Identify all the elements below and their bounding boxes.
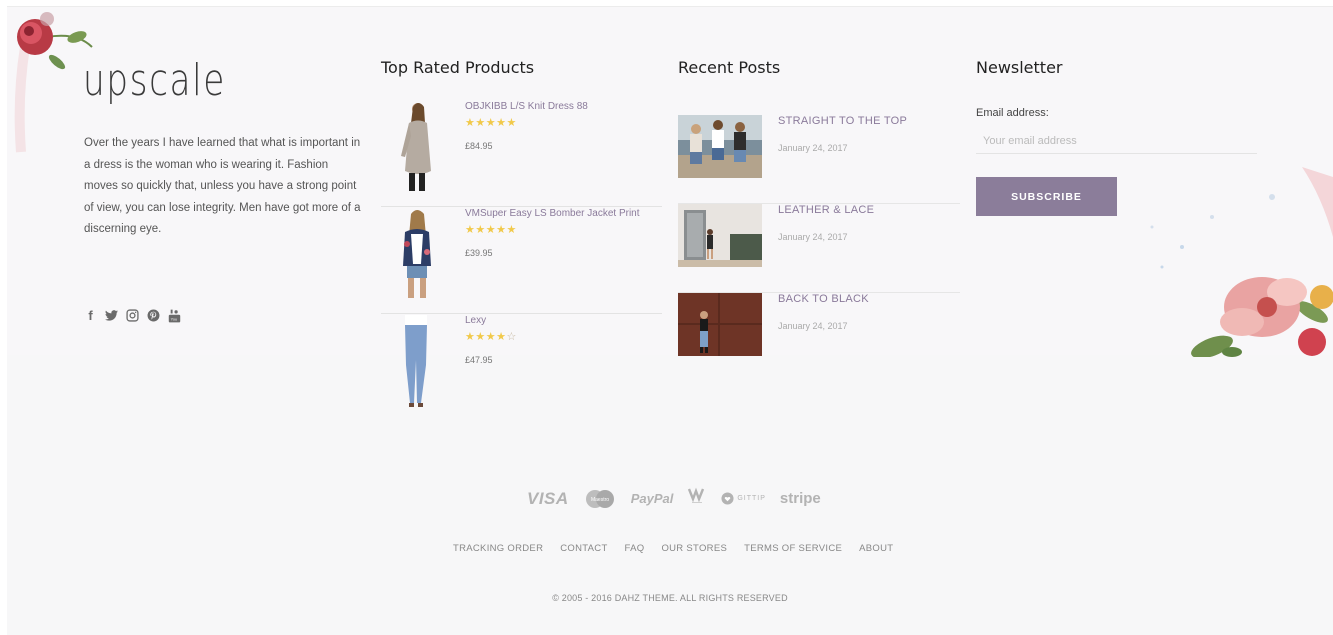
post-item[interactable]: STRAIGHT TO THE TOP January 24, 2017: [678, 115, 960, 204]
post-date: January 24, 2017: [778, 232, 848, 242]
email-input[interactable]: [976, 129, 1257, 154]
product-image[interactable]: [391, 101, 439, 193]
stripe-icon: stripe: [779, 490, 821, 507]
product-price: £47.95: [465, 355, 493, 365]
newsletter-title: Newsletter: [976, 58, 1063, 77]
post-date: January 24, 2017: [778, 143, 848, 153]
product-price: £84.95: [465, 141, 493, 151]
post-item[interactable]: LEATHER & LACE January 24, 2017: [678, 204, 960, 293]
footer-widgets: upscale Over the years I have learned th…: [7, 6, 1333, 635]
product-name[interactable]: Lexy: [465, 315, 486, 326]
post-thumbnail[interactable]: [678, 115, 762, 178]
about-text: Over the years I have learned that what …: [84, 137, 361, 236]
google-wallet-icon: [687, 485, 707, 512]
post-title[interactable]: STRAIGHT TO THE TOP: [778, 115, 907, 127]
post-thumbnail[interactable]: [678, 204, 762, 267]
svg-text:You: You: [171, 317, 177, 321]
filled-stars: ★★★★★: [465, 117, 517, 129]
floral-decoration-bottom-right: [1150, 167, 1333, 357]
post-date: January 24, 2017: [778, 321, 848, 331]
product-item[interactable]: VMSuper Easy LS Bomber Jacket Print ★★★★…: [381, 208, 662, 314]
link-our-stores[interactable]: OUR STORES: [661, 543, 727, 554]
link-faq[interactable]: FAQ: [625, 543, 645, 554]
top-rated-title: Top Rated Products: [381, 58, 535, 77]
gittip-label: GITTIP: [737, 495, 766, 502]
subscribe-button[interactable]: SUBSCRIBE: [976, 177, 1117, 216]
pinterest-icon[interactable]: [147, 309, 160, 322]
product-item[interactable]: OBJKIBB L/S Knit Dress 88 ★★★★★ £84.95: [381, 101, 662, 207]
product-name[interactable]: OBJKIBB L/S Knit Dress 88: [465, 101, 588, 112]
rating-stars: ★★★★★: [465, 223, 517, 236]
gittip-icon: GITTIP: [721, 492, 766, 505]
link-about[interactable]: ABOUT: [859, 543, 893, 554]
youtube-icon[interactable]: You: [168, 309, 181, 322]
copyright-text: © 2005 - 2016 DAHZ THEME. ALL RIGHTS RES…: [552, 593, 788, 603]
link-terms-of-service[interactable]: TERMS OF SERVICE: [744, 543, 842, 554]
product-item[interactable]: Lexy ★★★★☆ £47.95: [381, 315, 662, 421]
product-name[interactable]: VMSuper Easy LS Bomber Jacket Print: [465, 208, 640, 219]
post-title[interactable]: BACK TO BLACK: [778, 293, 869, 305]
rating-stars: ★★★★★: [465, 116, 517, 129]
product-image[interactable]: [391, 208, 439, 300]
product-image[interactable]: [391, 315, 439, 407]
recent-posts-title: Recent Posts: [678, 58, 781, 77]
rating-stars: ★★★★☆: [465, 330, 517, 343]
facebook-icon[interactable]: f: [84, 308, 97, 323]
link-contact[interactable]: CONTACT: [560, 543, 607, 554]
maestro-icon: Maestro: [583, 489, 617, 509]
product-price: £39.95: [465, 248, 493, 258]
post-title[interactable]: LEATHER & LACE: [778, 204, 874, 216]
social-links: f You: [84, 308, 181, 323]
empty-stars: ☆: [506, 331, 517, 343]
twitter-icon[interactable]: [105, 309, 118, 322]
svg-text:Maestro: Maestro: [591, 497, 609, 503]
paypal-icon: PayPal: [630, 491, 674, 506]
email-label: Email address:: [976, 107, 1049, 119]
post-item[interactable]: BACK TO BLACK January 24, 2017: [678, 293, 960, 382]
visa-icon: VISA: [527, 488, 569, 508]
footer-links: TRACKING ORDER CONTACT FAQ OUR STORES TE…: [453, 543, 893, 554]
link-tracking-order[interactable]: TRACKING ORDER: [453, 543, 543, 554]
filled-stars: ★★★★★: [465, 224, 517, 236]
brand-logo[interactable]: upscale: [83, 55, 226, 106]
post-thumbnail[interactable]: [678, 293, 762, 356]
payment-methods: VISA Maestro PayPal GITTIP stripe: [527, 485, 821, 512]
filled-stars: ★★★★: [465, 331, 507, 343]
instagram-icon[interactable]: [126, 309, 139, 322]
